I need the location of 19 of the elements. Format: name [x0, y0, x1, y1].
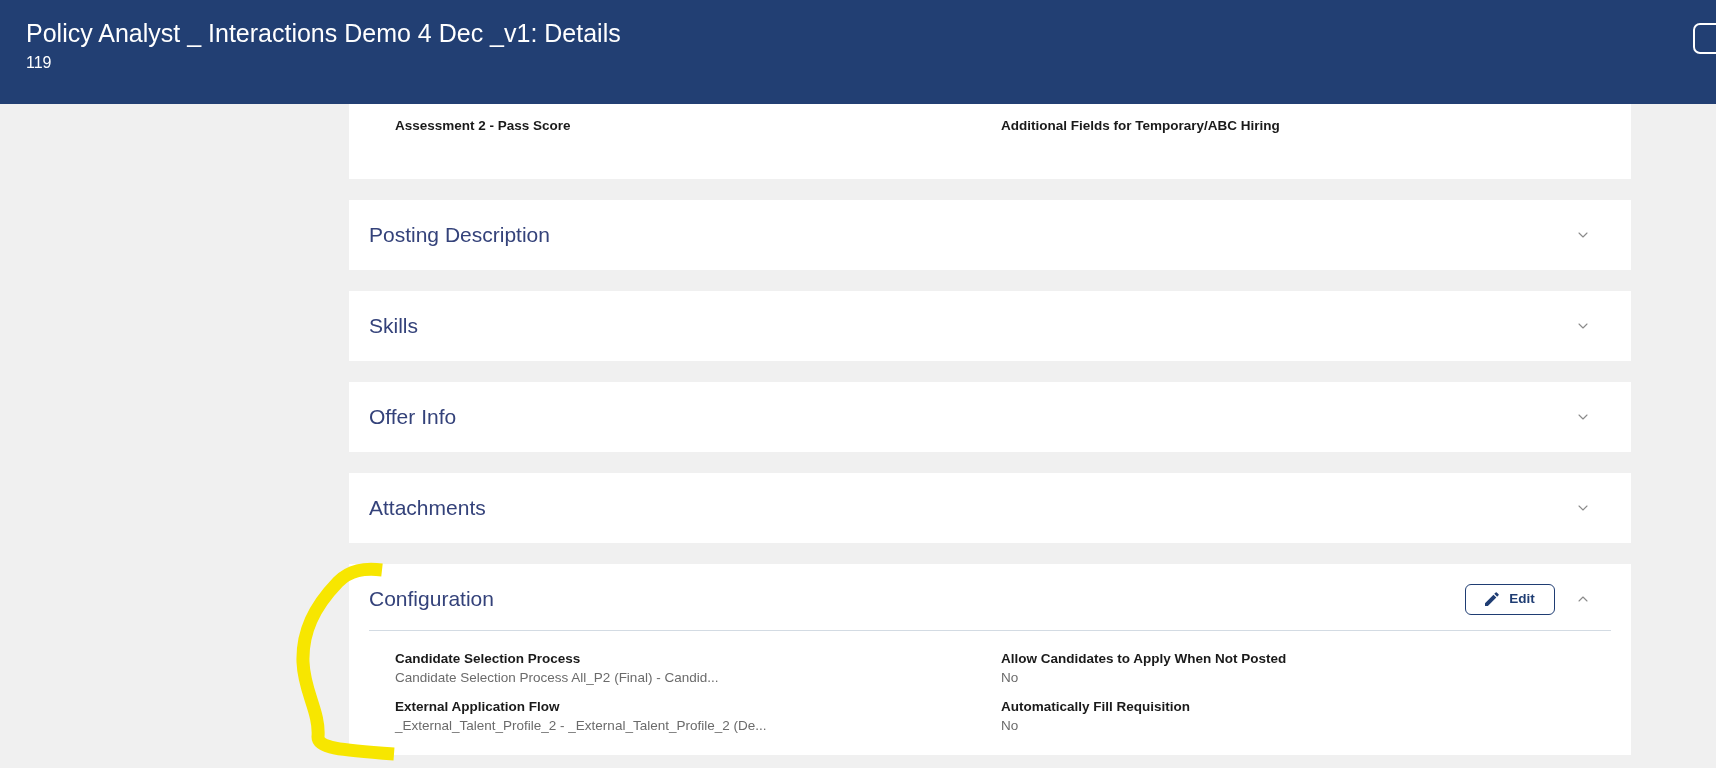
field-value: _External_Talent_Profile_2 - _External_Talent_Profile_2 (De... — [395, 717, 768, 735]
edit-button[interactable]: Edit — [1465, 583, 1555, 615]
section-title[interactable]: Attachments — [369, 492, 486, 524]
record-number: 119 — [26, 53, 53, 73]
field-value: No — [1001, 717, 1020, 735]
field-label: Assessment 2 - Pass Score — [395, 117, 572, 135]
field-label: Additional Fields for Temporary/ABC Hiring — [1001, 117, 1281, 135]
pencil-icon — [1485, 592, 1500, 606]
section-title[interactable]: Offer Info — [369, 401, 457, 433]
section-title[interactable]: Configuration — [369, 583, 494, 615]
page-title: Policy Analyst _ Interactions Demo 4 Dec _v1: Details — [26, 18, 621, 49]
field-value: No — [1001, 669, 1020, 687]
field-label: Allow Candidates to Apply When Not Posted — [1001, 650, 1288, 668]
field-label: External Application Flow — [395, 698, 561, 716]
field-value: Candidate Selection Process All_P2 (Final) - Candid... — [395, 669, 720, 687]
section-title[interactable]: Skills — [369, 310, 418, 342]
field-label: Automatically Fill Requisition — [1001, 698, 1192, 716]
section-title[interactable]: Posting Description — [369, 219, 550, 251]
field-label: Candidate Selection Process — [395, 650, 582, 668]
